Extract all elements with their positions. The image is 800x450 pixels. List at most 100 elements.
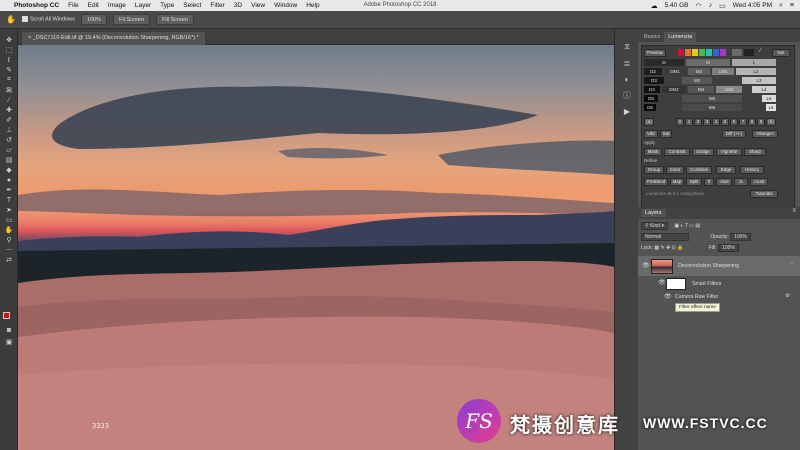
- zone-l[interactable]: L: [732, 59, 776, 66]
- layer-name[interactable]: Camera Raw Filter: [675, 294, 718, 300]
- color-orange-swatch[interactable]: [685, 49, 691, 56]
- tab-layers[interactable]: Layers: [641, 209, 666, 217]
- menu-file[interactable]: File: [68, 2, 78, 9]
- filter-pixel-icon[interactable]: ▣: [674, 223, 679, 229]
- more-tools-icon[interactable]: ⋯: [0, 245, 18, 255]
- healing-brush-tool-icon[interactable]: ✚: [0, 105, 18, 115]
- tutorials-button[interactable]: Tutorials: [750, 190, 778, 198]
- quick-select-tool-icon[interactable]: ✎: [0, 65, 18, 75]
- refine-edge-button[interactable]: Edge: [716, 166, 736, 174]
- menu-type[interactable]: Type: [160, 2, 174, 9]
- level-a-button[interactable]: (a): [644, 118, 654, 126]
- lock-position-icon[interactable]: ✥: [666, 245, 670, 251]
- preblend-button[interactable]: PreBlend: [644, 178, 668, 186]
- vibr-button[interactable]: Vibr: [644, 130, 658, 138]
- lock-transparent-icon[interactable]: ▦: [654, 245, 659, 251]
- kind-filter-select[interactable]: ⚲ Kind ▾: [641, 222, 668, 230]
- lock-artboard-icon[interactable]: ⊡: [672, 245, 676, 251]
- battery-icon[interactable]: ▭: [719, 2, 726, 10]
- apply-dodge-button[interactable]: Dodge: [692, 148, 714, 156]
- not-button[interactable]: Not: [772, 49, 790, 57]
- zoom-tool-icon[interactable]: ⚲: [0, 235, 18, 245]
- zone-d2[interactable]: D2: [644, 68, 662, 75]
- pen-tool-icon[interactable]: ✒: [0, 185, 18, 195]
- menu-window[interactable]: Window: [274, 2, 297, 9]
- filter-adjust-icon[interactable]: ◐: [681, 223, 684, 229]
- map-button[interactable]: Map: [670, 178, 684, 186]
- filter-mask-thumbnail[interactable]: [666, 278, 686, 290]
- menu-view[interactable]: View: [251, 2, 265, 9]
- search-icon[interactable]: ⌕: [779, 2, 783, 10]
- crop-tool-icon[interactable]: ⌗: [0, 75, 18, 85]
- zone-m5[interactable]: M5: [682, 95, 742, 102]
- fill-value[interactable]: 100%: [718, 244, 739, 252]
- level-0-button[interactable]: 0: [676, 118, 684, 126]
- history-brush-tool-icon[interactable]: ↺: [0, 135, 18, 145]
- eyedropper-tool-icon[interactable]: ⁄: [0, 95, 18, 105]
- swap-colors-icon[interactable]: ⇄: [0, 255, 18, 265]
- level-2-button[interactable]: 2: [694, 118, 702, 126]
- marquee-tool-icon[interactable]: ⬚: [0, 45, 18, 55]
- shape-tool-icon[interactable]: ▭: [0, 215, 18, 225]
- level-7-button[interactable]: 7: [739, 118, 747, 126]
- diff-button[interactable]: Diff (+/-): [722, 130, 746, 138]
- sel-button[interactable]: √Sel: [716, 178, 732, 186]
- fit-screen-button[interactable]: Fit Screen: [112, 14, 151, 25]
- zoom-100-button[interactable]: 100%: [80, 14, 107, 25]
- zone-l5[interactable]: L5: [762, 95, 776, 102]
- level-1-button[interactable]: 1: [685, 118, 693, 126]
- color-cyan-swatch[interactable]: [706, 49, 712, 56]
- visibility-eye-icon[interactable]: 👁: [642, 262, 650, 269]
- panel-menu-icon[interactable]: ≡: [792, 208, 796, 214]
- zone-m6[interactable]: M6: [682, 104, 742, 111]
- zone-d4[interactable]: D4: [644, 86, 660, 93]
- zone-l2[interactable]: L2: [736, 68, 776, 75]
- level-9-button[interactable]: 9: [757, 118, 765, 126]
- lock-image-icon[interactable]: ✎: [660, 245, 664, 251]
- zone-lm1[interactable]: LM1: [712, 68, 734, 75]
- menu-select[interactable]: Select: [183, 2, 201, 9]
- range-button[interactable]: <Range>: [752, 130, 778, 138]
- menu-help[interactable]: Help: [306, 2, 319, 9]
- filter-shape-icon[interactable]: ▭: [689, 223, 694, 229]
- wifi-icon[interactable]: ◠: [695, 2, 701, 10]
- level-b-button[interactable]: (b): [766, 118, 776, 126]
- eraser-tool-icon[interactable]: ▱: [0, 145, 18, 155]
- menu-image[interactable]: Image: [108, 2, 126, 9]
- preview-button[interactable]: Preview: [644, 49, 666, 57]
- menu-3d[interactable]: 3D: [234, 2, 242, 9]
- color-magenta-swatch[interactable]: [720, 49, 726, 56]
- quick-mask-icon[interactable]: ◙: [0, 325, 18, 335]
- color-all-swatch[interactable]: [732, 49, 742, 56]
- zone-m4[interactable]: M4: [688, 86, 714, 93]
- layer-name[interactable]: Deconvolution Sharpening: [678, 263, 739, 269]
- layer-row[interactable]: 👁 Camera Raw Filter ⚙: [638, 292, 800, 302]
- opacity-value[interactable]: 100%: [730, 233, 751, 241]
- zone-d[interactable]: D: [644, 59, 684, 66]
- scroll-all-checkbox[interactable]: Scroll All Windows: [21, 16, 75, 23]
- just-button[interactable]: √Just: [750, 178, 768, 186]
- info-panel-icon[interactable]: ⓘ: [615, 87, 639, 103]
- l-button[interactable]: √L: [734, 178, 748, 186]
- zone-m[interactable]: M: [686, 59, 730, 66]
- volume-icon[interactable]: ♪: [709, 2, 713, 9]
- blur-tool-icon[interactable]: ◆: [0, 165, 18, 175]
- zone-d5[interactable]: D5: [644, 95, 658, 102]
- move-tool-icon[interactable]: ✥: [0, 35, 18, 45]
- document-canvas[interactable]: 3333: [18, 45, 614, 450]
- level-4-button[interactable]: 4: [712, 118, 720, 126]
- if-button[interactable]: If: [704, 178, 714, 186]
- document-tab[interactable]: × _DSC7110-Edit.tif @ 19.4% (Deconvoluti…: [22, 32, 205, 45]
- color-blue-swatch[interactable]: [713, 49, 719, 56]
- type-tool-icon[interactable]: T: [0, 195, 18, 205]
- zone-m2[interactable]: M2: [688, 68, 710, 75]
- tab-basics[interactable]: Basics: [640, 32, 664, 42]
- sat-button[interactable]: Sat: [660, 130, 672, 138]
- apply-sharp-button[interactable]: Sharp: [744, 148, 766, 156]
- layer-row[interactable]: 👁 Deconvolution Sharpening ⌃: [638, 256, 800, 276]
- color-red-swatch[interactable]: [678, 49, 684, 56]
- refine-history-button[interactable]: History: [740, 166, 764, 174]
- tab-lumenzia[interactable]: Lumenzia: [664, 32, 697, 42]
- level-3-button[interactable]: 3: [703, 118, 711, 126]
- gradient-tool-icon[interactable]: ▤: [0, 155, 18, 165]
